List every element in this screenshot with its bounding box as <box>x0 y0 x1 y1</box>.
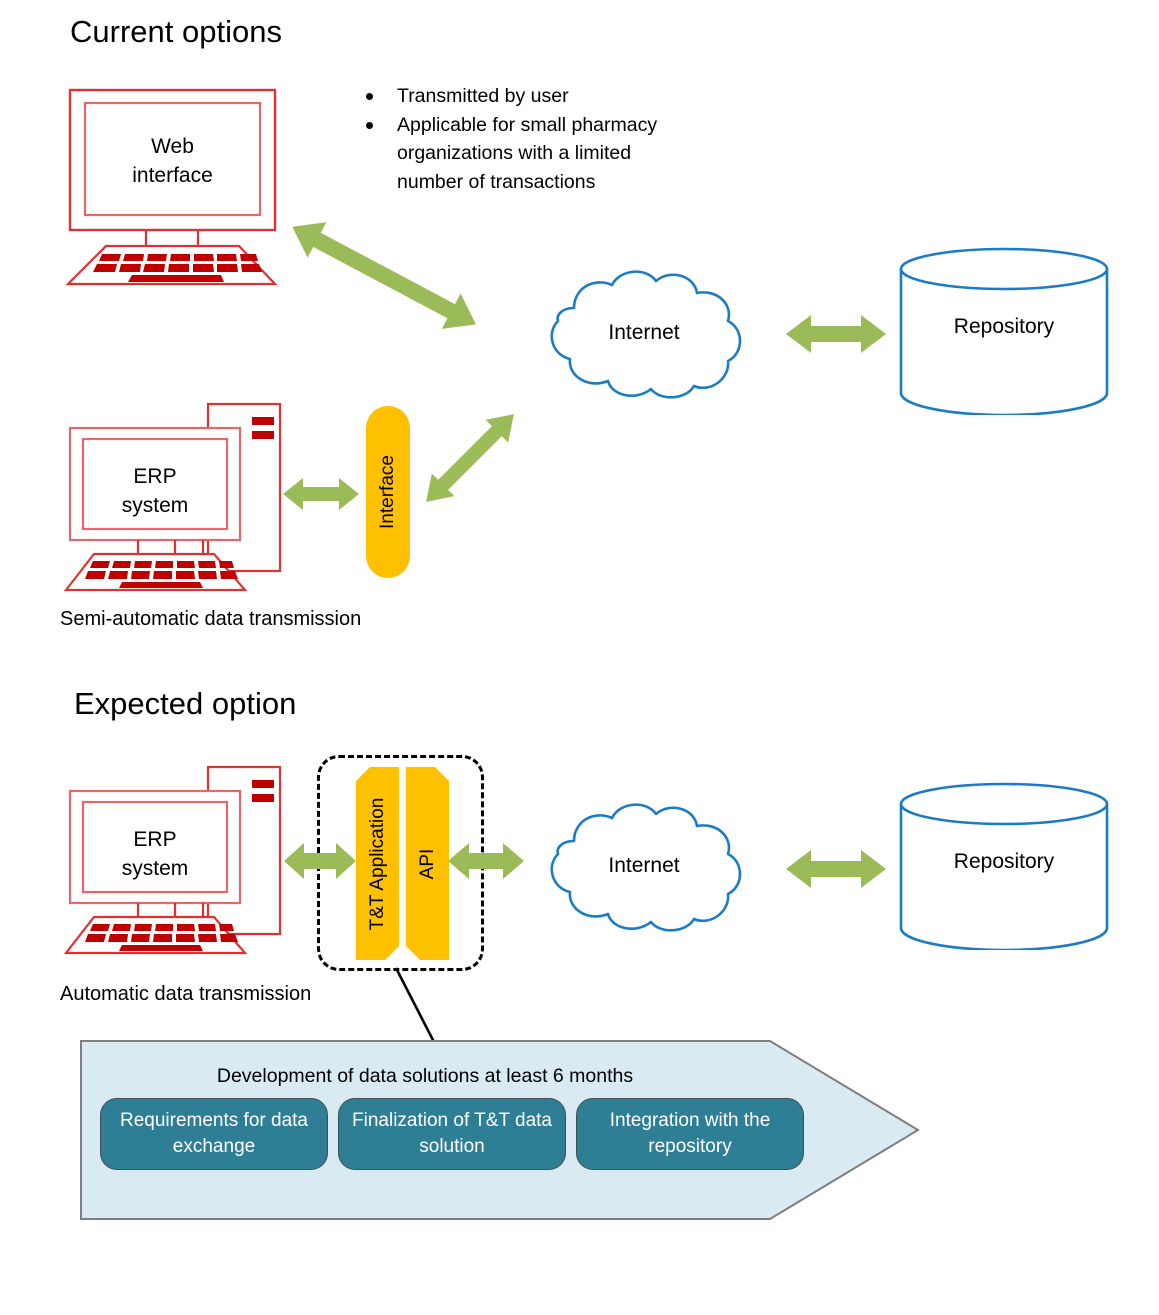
api-slab: API <box>406 767 449 960</box>
step-box-integration: Integration with the repository <box>576 1098 804 1170</box>
tt-application-slab: T&T Application <box>356 767 399 960</box>
band-title: Development of data solutions at least 6… <box>216 1065 634 1087</box>
computer-icon <box>65 88 278 286</box>
list-item: Applicable for small pharmacy organizati… <box>362 111 672 197</box>
step-label: Requirements for data exchange <box>120 1110 308 1157</box>
tt-application-label: T&T Application <box>366 797 388 930</box>
cloud-icon <box>550 803 742 932</box>
development-process-band: Development of data solutions at least 6… <box>80 1040 920 1220</box>
cloud-icon <box>550 270 742 399</box>
bullet-dot <box>366 121 373 129</box>
api-label: API <box>416 848 438 879</box>
repository-current: Repository <box>898 247 1110 417</box>
arrow-interface-to-internet <box>426 414 514 502</box>
arrow-internet-to-repository-current <box>786 315 886 353</box>
step-box-requirements: Requirements for data exchange <box>100 1098 328 1170</box>
database-cylinder-icon <box>899 782 1109 952</box>
arrow-erp-to-interface <box>283 478 359 510</box>
interface-capsule-label: Interface <box>377 455 398 529</box>
current-options-bullet-list: Transmitted by user Applicable for small… <box>362 82 672 196</box>
caption-semi-automatic: Semi-automatic data transmission <box>60 608 362 630</box>
section-title-current: Current options <box>70 14 282 49</box>
arrow-web-to-internet <box>292 222 476 329</box>
caption-automatic: Automatic data transmission <box>60 983 312 1005</box>
step-label: Finalization of T&T data solution <box>352 1110 552 1157</box>
step-box-finalization: Finalization of T&T data solution <box>338 1098 566 1170</box>
section-title-expected: Expected option <box>74 686 297 721</box>
arrow-internet-to-repository-expected <box>786 850 886 888</box>
web-interface-computer: Web interface <box>58 88 288 288</box>
diagram-canvas: Current options Web interface Transmitte… <box>0 0 1159 1315</box>
repository-expected: Repository <box>898 782 1110 952</box>
internet-cloud-expected: Internet <box>514 796 774 936</box>
internet-cloud-current: Internet <box>514 263 774 403</box>
database-cylinder-icon <box>899 247 1109 417</box>
bullet-dot <box>366 93 373 100</box>
list-item: Transmitted by user <box>362 82 672 111</box>
step-label: Integration with the repository <box>609 1110 771 1157</box>
arrow-erp-to-tt-app <box>284 843 356 879</box>
leader-line-to-band <box>394 967 437 1045</box>
